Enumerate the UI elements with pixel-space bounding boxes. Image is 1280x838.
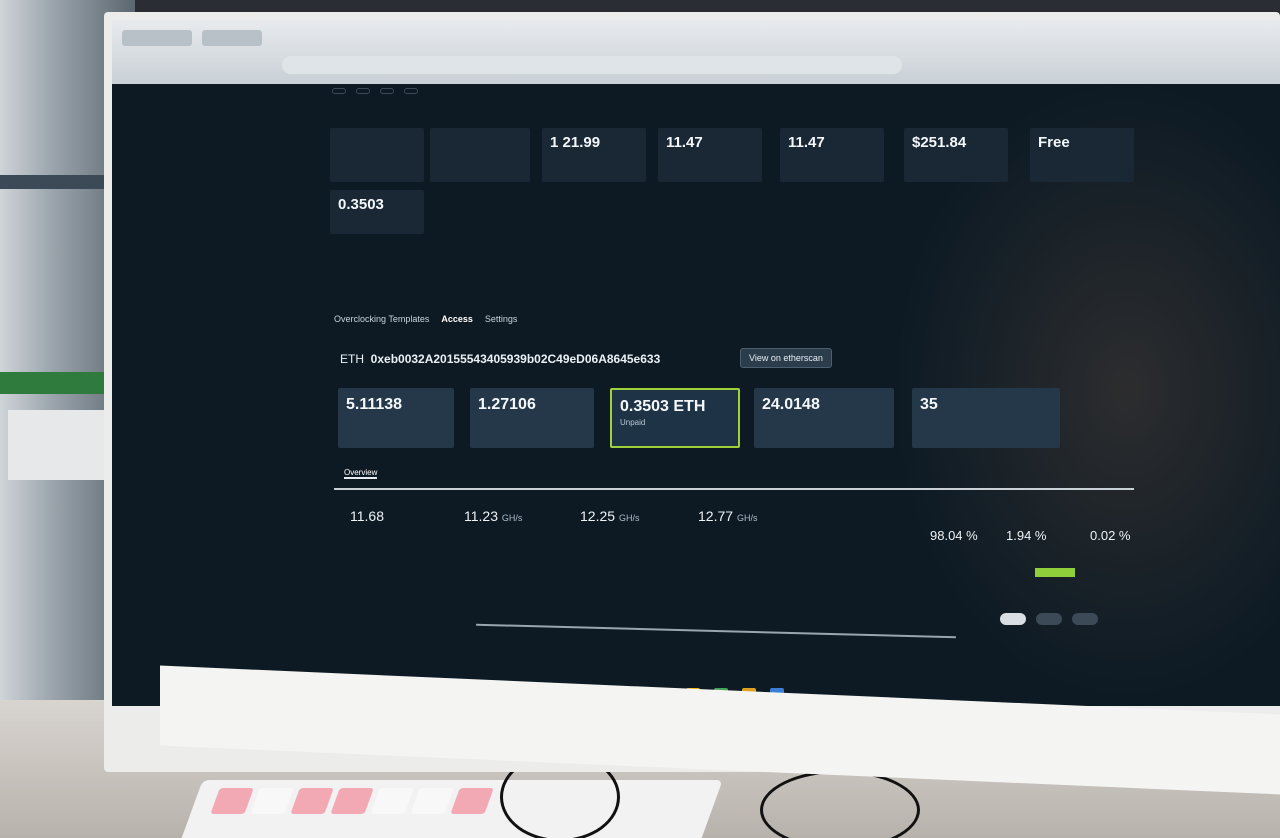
tab-overview[interactable]: Overview <box>344 468 378 479</box>
top-link[interactable] <box>356 88 370 94</box>
hashrate-chart-line <box>476 623 956 639</box>
stat-tile-unpaid: 0.3503 <box>330 190 424 234</box>
nav-item-access[interactable]: Access <box>441 314 473 324</box>
view-on-etherscan-button[interactable]: View on etherscan <box>740 348 832 368</box>
stat-tile-plan: Free <box>1030 128 1134 182</box>
keyboard-key <box>410 788 454 814</box>
nav-item-overclocking[interactable]: Overclocking Templates <box>334 314 429 324</box>
top-link[interactable] <box>404 88 418 94</box>
main-nav: Overclocking Templates Access Settings <box>334 314 517 324</box>
detail-tabs: Overview <box>344 468 401 479</box>
keyboard <box>177 780 723 838</box>
keyboard-key <box>370 788 414 814</box>
monitor-screen: 1 21.99 11.47 11.47 $251.84 Free 0.3503 … <box>112 20 1280 706</box>
share-valid: 98.04 % <box>930 528 978 543</box>
top-link[interactable] <box>332 88 346 94</box>
chart-range-toggle[interactable] <box>1072 613 1098 625</box>
keyboard-key <box>290 788 334 814</box>
keyboard-key <box>450 788 494 814</box>
stat-hashrate: 11.68 <box>350 508 384 524</box>
stat-avg-hashrate: 12.25 GH/s <box>580 508 640 524</box>
card-workers: 35 <box>912 388 1060 448</box>
top-links <box>332 88 418 94</box>
shelf-box <box>8 410 118 480</box>
share-invalid: 0.02 % <box>1090 528 1131 543</box>
wallet-address: ETH 0xeb0032A20155543405939b02C49eD06A86… <box>340 352 660 366</box>
stat-reported-avg-hashrate: 12.77 GH/s <box>698 508 758 524</box>
browser-tab[interactable] <box>202 30 262 46</box>
chart-range-toggle[interactable] <box>1000 613 1026 625</box>
keyboard-key <box>330 788 374 814</box>
stat-tile-rigs <box>330 128 424 182</box>
card-estimated-earnings: 1.27106 <box>470 388 594 448</box>
browser-toolbar <box>112 20 1280 84</box>
keyboard-key <box>250 788 294 814</box>
address-bar[interactable] <box>282 56 902 74</box>
stat-tile-consumption: 1 21.99 <box>542 128 646 182</box>
wallet-address-text: 0xeb0032A20155543405939b02C49eD06A8645e6… <box>370 352 661 366</box>
stat-tile-gpus <box>430 128 530 182</box>
stat-tile-hashrate-2: 11.47 <box>780 128 884 182</box>
valid-share-bar <box>1035 568 1075 577</box>
card-unpaid: 0.3503 ETH Unpaid <box>610 388 740 448</box>
stat-tile-hashrate: 11.47 <box>658 128 762 182</box>
stat-reported-hashrate: 11.23 GH/s <box>464 508 523 524</box>
wallet-prefix: ETH <box>340 352 364 366</box>
stat-tile-balance: $251.84 <box>904 128 1008 182</box>
share-stale: 1.94 % <box>1006 528 1047 543</box>
divider <box>334 488 1134 490</box>
mining-dashboard: 1 21.99 11.47 11.47 $251.84 Free 0.3503 … <box>320 86 1140 646</box>
keyboard-key <box>210 788 254 814</box>
browser-tab[interactable] <box>122 30 192 46</box>
card-paid-balance: 24.0148 <box>754 388 894 448</box>
nav-item-settings[interactable]: Settings <box>485 314 518 324</box>
card-total-paid: 5.11138 <box>338 388 454 448</box>
chart-range-toggle[interactable] <box>1036 613 1062 625</box>
top-link[interactable] <box>380 88 394 94</box>
